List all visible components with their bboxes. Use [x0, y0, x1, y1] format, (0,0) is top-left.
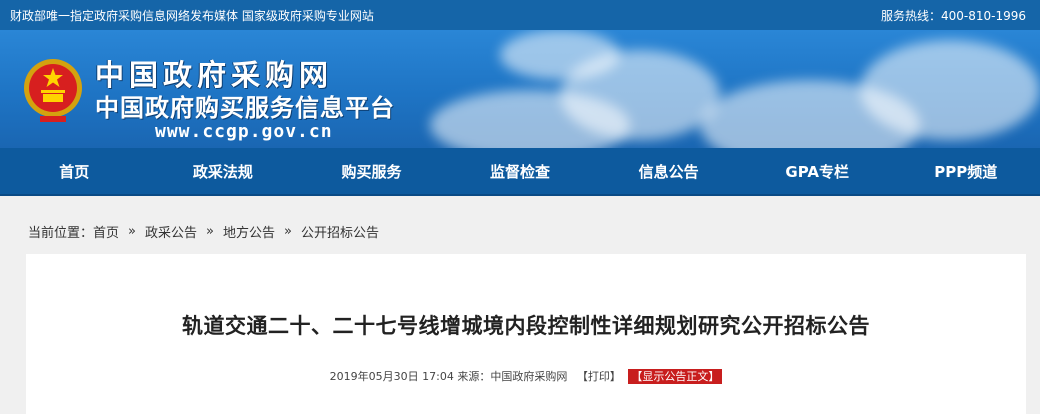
article-date: 2019年05月30日 17:04 [329, 370, 454, 383]
breadcrumb-item-local[interactable]: 地方公告 [223, 222, 275, 241]
service-hotline: 服务热线：400-810-1996 [880, 8, 1026, 23]
breadcrumb-separator: » [284, 223, 292, 239]
article-meta: 2019年05月30日 17:04 来源：中国政府采购网 【打印】 【显示公告正… [26, 368, 1026, 384]
site-subtitle: 中国政府购买服务信息平台 [95, 94, 395, 122]
nav-item-home[interactable]: 首页 [0, 148, 149, 194]
breadcrumb-separator: » [206, 223, 214, 239]
national-emblem-icon [24, 59, 82, 122]
nav-item-ppp[interactable]: PPP频道 [891, 148, 1040, 194]
breadcrumb-item-procurement[interactable]: 政采公告 [145, 222, 197, 241]
nav-item-supervision[interactable]: 监督检查 [446, 148, 595, 194]
nav-item-regulations[interactable]: 政采法规 [149, 148, 298, 194]
site-banner: 中国政府采购网 中国政府购买服务信息平台 www.ccgp.gov.cn [0, 30, 1040, 148]
breadcrumb-separator: » [128, 223, 136, 239]
site-tagline: 财政部唯一指定政府采购信息网络发布媒体 国家级政府采购专业网站 [10, 8, 374, 23]
main-nav: 首页 政采法规 购买服务 监督检查 信息公告 GPA专栏 PPP频道 [0, 148, 1040, 196]
top-info-bar: 财政部唯一指定政府采购信息网络发布媒体 国家级政府采购专业网站 服务热线：400… [0, 0, 1040, 30]
nav-item-gpa[interactable]: GPA专栏 [743, 148, 892, 194]
site-url: www.ccgp.gov.cn [155, 121, 333, 142]
print-link[interactable]: 【打印】 [577, 370, 621, 383]
article-panel: 轨道交通二十、二十七号线增城境内段控制性详细规划研究公开招标公告 2019年05… [26, 254, 1026, 414]
show-body-button[interactable]: 【显示公告正文】 [628, 369, 723, 384]
article-source: 来源：中国政府采购网 [457, 370, 568, 383]
breadcrumb-label: 当前位置： [28, 225, 94, 241]
nav-item-purchase-services[interactable]: 购买服务 [297, 148, 446, 194]
breadcrumb-item-home[interactable]: 首页 [93, 222, 119, 241]
article-title: 轨道交通二十、二十七号线增城境内段控制性详细规划研究公开招标公告 [182, 314, 870, 338]
breadcrumb-item-tender[interactable]: 公开招标公告 [301, 222, 379, 241]
nav-item-announcements[interactable]: 信息公告 [594, 148, 743, 194]
